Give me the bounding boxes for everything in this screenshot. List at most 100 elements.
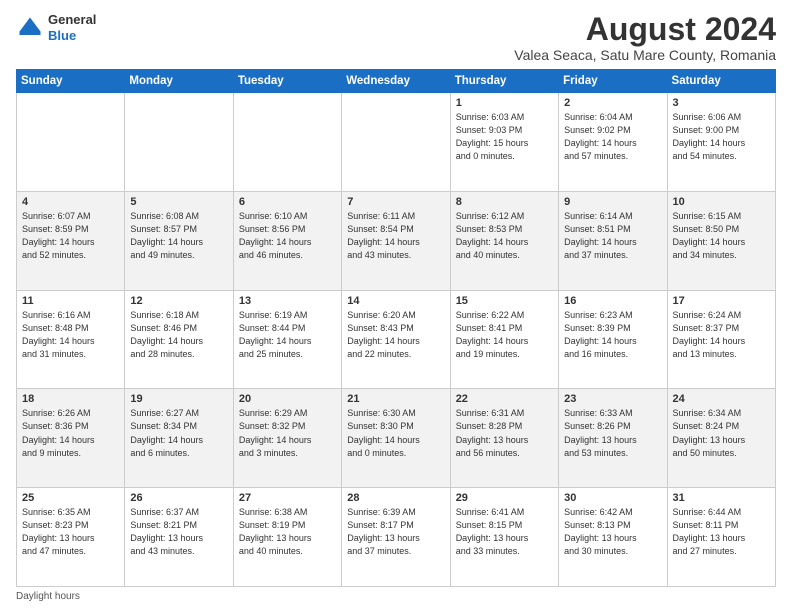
calendar-cell: 4 Sunrise: 6:07 AMSunset: 8:59 PMDaylight… [17, 191, 125, 290]
calendar-cell: 17 Sunrise: 6:24 AMSunset: 8:37 PMDayligh… [667, 290, 775, 389]
day-number: 11 [22, 295, 119, 307]
day-info: Sunrise: 6:23 AMSunset: 8:39 PMDaylight:… [564, 309, 661, 361]
calendar-cell [125, 93, 233, 192]
calendar-cell: 14 Sunrise: 6:20 AMSunset: 8:43 PMDayligh… [342, 290, 450, 389]
footer-note: Daylight hours [16, 591, 776, 602]
weekday-header: Friday [559, 70, 667, 93]
day-info: Sunrise: 6:08 AMSunset: 8:57 PMDaylight:… [130, 210, 227, 262]
day-number: 10 [673, 196, 770, 208]
day-info: Sunrise: 6:10 AMSunset: 8:56 PMDaylight:… [239, 210, 336, 262]
day-number: 25 [22, 492, 119, 504]
day-number: 16 [564, 295, 661, 307]
day-number: 6 [239, 196, 336, 208]
calendar-cell: 5 Sunrise: 6:08 AMSunset: 8:57 PMDaylight… [125, 191, 233, 290]
calendar-cell [233, 93, 341, 192]
day-info: Sunrise: 6:12 AMSunset: 8:53 PMDaylight:… [456, 210, 553, 262]
day-info: Sunrise: 6:11 AMSunset: 8:54 PMDaylight:… [347, 210, 444, 262]
day-number: 20 [239, 393, 336, 405]
day-info: Sunrise: 6:16 AMSunset: 8:48 PMDaylight:… [22, 309, 119, 361]
day-number: 4 [22, 196, 119, 208]
calendar-cell: 12 Sunrise: 6:18 AMSunset: 8:46 PMDayligh… [125, 290, 233, 389]
day-info: Sunrise: 6:07 AMSunset: 8:59 PMDaylight:… [22, 210, 119, 262]
day-info: Sunrise: 6:27 AMSunset: 8:34 PMDaylight:… [130, 407, 227, 459]
calendar-cell: 11 Sunrise: 6:16 AMSunset: 8:48 PMDayligh… [17, 290, 125, 389]
calendar-cell: 18 Sunrise: 6:26 AMSunset: 8:36 PMDayligh… [17, 389, 125, 488]
day-number: 17 [673, 295, 770, 307]
calendar-cell: 28Sunrise: 6:39 AMSunset: 8:17 PMDayligh… [342, 488, 450, 587]
calendar-cell: 16 Sunrise: 6:23 AMSunset: 8:39 PMDayligh… [559, 290, 667, 389]
day-info: Sunrise: 6:18 AMSunset: 8:46 PMDaylight:… [130, 309, 227, 361]
day-number: 3 [673, 97, 770, 109]
weekday-header: Monday [125, 70, 233, 93]
header: General Blue August 2024 Valea Seaca, Sa… [16, 12, 776, 63]
day-info: Sunrise: 6:20 AMSunset: 8:43 PMDaylight:… [347, 309, 444, 361]
day-info: Sunrise: 6:33 AMSunset: 8:26 PMDaylight:… [564, 407, 661, 459]
calendar-cell: 7 Sunrise: 6:11 AMSunset: 8:54 PMDaylight… [342, 191, 450, 290]
day-info: Sunrise: 6:22 AMSunset: 8:41 PMDaylight:… [456, 309, 553, 361]
day-info: Sunrise: 6:31 AMSunset: 8:28 PMDaylight:… [456, 407, 553, 459]
weekday-header: Tuesday [233, 70, 341, 93]
day-info: Sunrise: 6:24 AMSunset: 8:37 PMDaylight:… [673, 309, 770, 361]
calendar-cell: 19Sunrise: 6:27 AMSunset: 8:34 PMDayligh… [125, 389, 233, 488]
calendar-cell [342, 93, 450, 192]
day-number: 5 [130, 196, 227, 208]
day-number: 7 [347, 196, 444, 208]
month-title: August 2024 [514, 12, 776, 47]
day-number: 30 [564, 492, 661, 504]
calendar-cell: 20 Sunrise: 6:29 AMSunset: 8:32 PMDayligh… [233, 389, 341, 488]
logo: General Blue [16, 12, 96, 43]
weekday-header: Wednesday [342, 70, 450, 93]
day-info: Sunrise: 6:30 AMSunset: 8:30 PMDaylight:… [347, 407, 444, 459]
weekday-header: Thursday [450, 70, 558, 93]
day-info: Sunrise: 6:42 AMSunset: 8:13 PMDaylight:… [564, 506, 661, 558]
logo-icon [16, 14, 44, 42]
day-number: 27 [239, 492, 336, 504]
calendar-cell: 15 Sunrise: 6:22 AMSunset: 8:41 PMDayligh… [450, 290, 558, 389]
day-info: Sunrise: 6:04 AMSunset: 9:02 PMDaylight:… [564, 111, 661, 163]
day-number: 22 [456, 393, 553, 405]
day-number: 14 [347, 295, 444, 307]
day-info: Sunrise: 6:39 AMSunset: 8:17 PMDaylight:… [347, 506, 444, 558]
calendar: SundayMondayTuesdayWednesdayThursdayFrid… [16, 69, 776, 587]
title-block: August 2024 Valea Seaca, Satu Mare Count… [514, 12, 776, 63]
day-info: Sunrise: 6:26 AMSunset: 8:36 PMDaylight:… [22, 407, 119, 459]
calendar-cell: 1 Sunrise: 6:03 AMSunset: 9:03 PMDaylight… [450, 93, 558, 192]
day-info: Sunrise: 6:41 AMSunset: 8:15 PMDaylight:… [456, 506, 553, 558]
day-number: 21 [347, 393, 444, 405]
calendar-cell: 25 Sunrise: 6:35 AMSunset: 8:23 PMDayligh… [17, 488, 125, 587]
day-info: Sunrise: 6:35 AMSunset: 8:23 PMDaylight:… [22, 506, 119, 558]
day-info: Sunrise: 6:29 AMSunset: 8:32 PMDaylight:… [239, 407, 336, 459]
calendar-cell: 29 Sunrise: 6:41 AMSunset: 8:15 PMDayligh… [450, 488, 558, 587]
day-info: Sunrise: 6:38 AMSunset: 8:19 PMDaylight:… [239, 506, 336, 558]
calendar-cell: 6 Sunrise: 6:10 AMSunset: 8:56 PMDaylight… [233, 191, 341, 290]
day-info: Sunrise: 6:06 AMSunset: 9:00 PMDaylight:… [673, 111, 770, 163]
weekday-header: Saturday [667, 70, 775, 93]
calendar-cell: 2 Sunrise: 6:04 AMSunset: 9:02 PMDaylight… [559, 93, 667, 192]
day-info: Sunrise: 6:34 AMSunset: 8:24 PMDaylight:… [673, 407, 770, 459]
calendar-cell: 27 Sunrise: 6:38 AMSunset: 8:19 PMDayligh… [233, 488, 341, 587]
day-number: 8 [456, 196, 553, 208]
day-number: 29 [456, 492, 553, 504]
calendar-cell: 22 Sunrise: 6:31 AMSunset: 8:28 PMDayligh… [450, 389, 558, 488]
day-number: 9 [564, 196, 661, 208]
calendar-cell: 3 Sunrise: 6:06 AMSunset: 9:00 PMDaylight… [667, 93, 775, 192]
logo-text: General Blue [48, 12, 96, 43]
calendar-cell: 23 Sunrise: 6:33 AMSunset: 8:26 PMDayligh… [559, 389, 667, 488]
day-number: 18 [22, 393, 119, 405]
day-number: 2 [564, 97, 661, 109]
day-info: Sunrise: 6:19 AMSunset: 8:44 PMDaylight:… [239, 309, 336, 361]
day-number: 1 [456, 97, 553, 109]
day-info: Sunrise: 6:03 AMSunset: 9:03 PMDaylight:… [456, 111, 553, 163]
calendar-cell [17, 93, 125, 192]
calendar-cell: 31 Sunrise: 6:44 AMSunset: 8:11 PMDayligh… [667, 488, 775, 587]
day-info: Sunrise: 6:44 AMSunset: 8:11 PMDaylight:… [673, 506, 770, 558]
day-number: 15 [456, 295, 553, 307]
calendar-cell: 9Sunrise: 6:14 AMSunset: 8:51 PMDaylight… [559, 191, 667, 290]
weekday-header: Sunday [17, 70, 125, 93]
day-number: 12 [130, 295, 227, 307]
day-number: 23 [564, 393, 661, 405]
calendar-cell: 13Sunrise: 6:19 AMSunset: 8:44 PMDayligh… [233, 290, 341, 389]
calendar-cell: 8 Sunrise: 6:12 AMSunset: 8:53 PMDaylight… [450, 191, 558, 290]
day-number: 26 [130, 492, 227, 504]
day-number: 31 [673, 492, 770, 504]
